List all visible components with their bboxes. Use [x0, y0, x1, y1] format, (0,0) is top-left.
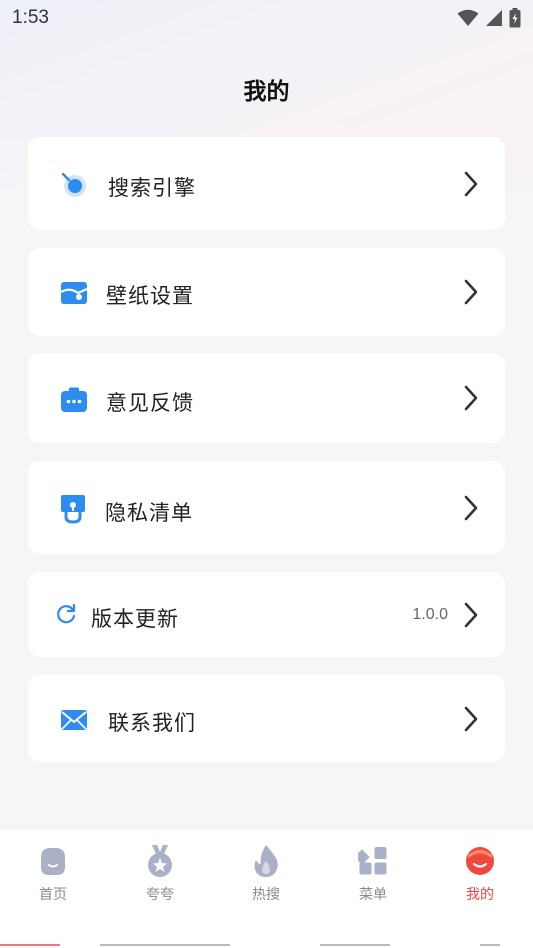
menu-item-wallpaper[interactable]: 壁纸设置	[28, 248, 505, 336]
menu-item-label: 壁纸设置	[106, 284, 194, 308]
menu-item-label: 意见反馈	[106, 391, 194, 415]
tab-label: 夸夸	[146, 887, 174, 903]
chevron-right-icon	[464, 385, 478, 411]
bottom-edge-strip	[0, 940, 533, 948]
tab-home[interactable]: 首页	[0, 830, 106, 920]
tab-label: 我的	[466, 887, 494, 903]
tab-praise[interactable]: 夸夸	[107, 830, 213, 920]
menu-item-label: 搜索引擎	[108, 176, 196, 200]
chevron-right-icon	[464, 171, 478, 196]
status-icons	[457, 8, 521, 28]
menu-item-version[interactable]: 版本更新 1.0.0	[28, 572, 505, 657]
chevron-right-icon	[464, 706, 478, 731]
feedback-icon	[60, 387, 88, 413]
wallpaper-icon	[60, 280, 88, 306]
tab-label: 首页	[39, 887, 67, 903]
menu-item-privacy[interactable]: 隐私清单	[28, 461, 505, 554]
chevron-right-icon	[464, 279, 478, 305]
page-title: 我的	[243, 79, 290, 105]
menu-item-contact[interactable]: 联系我们	[28, 675, 505, 762]
wifi-icon	[457, 9, 479, 26]
tab-menu[interactable]: 菜单	[320, 830, 426, 920]
tab-hot-search[interactable]: 热搜	[213, 830, 319, 920]
status-time: 1:53	[12, 7, 49, 28]
menu-item-label: 隐私清单	[105, 501, 193, 525]
search-engine-icon	[60, 171, 88, 199]
battery-icon	[509, 8, 521, 28]
menu-item-search-engine[interactable]: 搜索引擎	[28, 137, 505, 230]
profile-icon	[463, 844, 497, 878]
menu-item-label: 版本更新	[91, 607, 179, 631]
home-icon	[36, 844, 70, 878]
chevron-right-icon	[464, 495, 478, 520]
flame-icon	[249, 844, 283, 878]
tab-label: 菜单	[359, 887, 387, 903]
tab-profile[interactable]: 我的	[427, 830, 533, 920]
mail-icon	[60, 709, 88, 731]
cell-signal-icon	[486, 10, 502, 26]
version-number: 1.0.0	[412, 605, 448, 623]
grid-menu-icon	[356, 844, 390, 878]
tab-label: 热搜	[252, 887, 280, 903]
refresh-icon	[55, 603, 77, 625]
menu-item-feedback[interactable]: 意见反馈	[28, 353, 505, 443]
medal-icon	[143, 844, 177, 878]
chevron-right-icon	[464, 602, 478, 627]
status-bar: 1:53	[0, 0, 533, 36]
bottom-tab-bar: 首页 夸夸 热搜 菜单 我的	[0, 830, 533, 948]
privacy-icon	[60, 494, 86, 524]
menu-item-label: 联系我们	[108, 711, 196, 735]
